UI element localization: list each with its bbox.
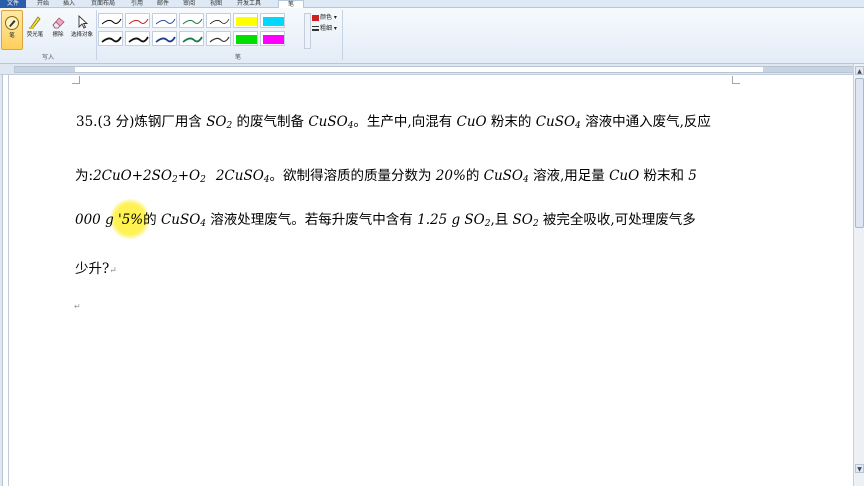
- pen-color-button[interactable]: 颜色 ▾: [312, 13, 337, 22]
- pen-tool-button[interactable]: 笔: [1, 10, 23, 50]
- margin-corner-mark: [72, 76, 80, 84]
- highlighter-icon: [29, 16, 41, 29]
- vertical-scrollbar[interactable]: ▲ ▼: [853, 64, 864, 486]
- doc-line-1: 35.(3 分)炼钢厂用含 SO2 的废气制备 CuSO4。生产中,向混有 Cu…: [76, 114, 711, 131]
- pen-style-9[interactable]: [179, 31, 204, 46]
- pen-style-8[interactable]: [152, 31, 177, 46]
- tab-view[interactable]: 视图: [205, 0, 227, 8]
- pen-style-5[interactable]: [206, 13, 231, 28]
- group-write-label: 写入: [41, 54, 54, 61]
- tab-mailings[interactable]: 邮件: [152, 0, 174, 8]
- group-pens-label: 笔: [234, 54, 241, 61]
- color-swatch-icon: [312, 14, 319, 21]
- tab-developer[interactable]: 开发工具: [232, 0, 266, 8]
- tab-review[interactable]: 审阅: [178, 0, 200, 8]
- pen-gallery-scroll[interactable]: [304, 13, 311, 49]
- highlighter-green[interactable]: [233, 31, 258, 46]
- doc-line-2: 为:2CuO+2SO2+O2 2CuSO4。欲制得溶质的质量分数为 20%的 Cu…: [75, 168, 697, 185]
- document-page[interactable]: 35.(3 分)炼钢厂用含 SO2 的废气制备 CuSO4。生产中,向混有 Cu…: [10, 76, 852, 486]
- select-objects-icon: [78, 14, 89, 29]
- doc-line-3: 000 g '5%的 CuSO4 溶液处理废气。若每升废气中含有 1.25 g …: [75, 212, 696, 229]
- empty-paragraph-mark: ↵: [74, 302, 81, 311]
- ruler-right-margin: [763, 67, 853, 72]
- pen-color-label: 颜色: [320, 14, 333, 21]
- pen-style-3[interactable]: [152, 13, 177, 28]
- ribbon-tab-bar: 文件 开始 插入 页面布局 引用 邮件 审阅 视图 开发工具 笔: [0, 0, 864, 9]
- margin-corner-mark: [732, 76, 740, 84]
- doc-line-4: 少升?↵: [75, 261, 117, 277]
- pen-style-1[interactable]: [98, 13, 123, 28]
- group-separator: [342, 10, 343, 60]
- vertical-ruler-bar: [0, 75, 9, 486]
- horizontal-ruler-bar: [0, 64, 864, 75]
- pen-thickness-label: 粗细: [320, 25, 333, 32]
- pen-style-2[interactable]: [125, 13, 150, 28]
- tab-page-layout[interactable]: 页面布局: [86, 0, 120, 8]
- pen-style-10[interactable]: [206, 31, 231, 46]
- ruler-left-margin: [15, 67, 75, 72]
- vertical-ruler[interactable]: [2, 75, 8, 486]
- pen-tool-label: 笔: [9, 33, 15, 39]
- pen-style-7[interactable]: [125, 31, 150, 46]
- select-objects-label: 选择对象: [70, 32, 93, 38]
- thickness-icon: [312, 26, 319, 31]
- scroll-thumb[interactable]: [855, 78, 864, 228]
- eraser-tool-button[interactable]: 擦除: [47, 10, 69, 50]
- group-separator: [96, 10, 97, 60]
- tab-insert[interactable]: 插入: [58, 0, 80, 8]
- pen-icon: [5, 16, 19, 30]
- highlighter-cyan[interactable]: [260, 13, 285, 28]
- highlighter-yellow[interactable]: [233, 13, 258, 28]
- ribbon: 笔 荧光笔 擦除 选择对象 写入 颜色 ▾ 粗细 ▾ 笔: [0, 8, 864, 64]
- highlighter-tool-label: 荧光笔: [26, 32, 44, 38]
- eraser-icon: [52, 17, 65, 29]
- pen-thickness-button[interactable]: 粗细 ▾: [312, 24, 337, 33]
- scroll-down-icon[interactable]: ▼: [855, 464, 864, 473]
- pen-style-6[interactable]: [98, 31, 123, 46]
- tab-references[interactable]: 引用: [126, 0, 148, 8]
- horizontal-ruler[interactable]: [14, 66, 854, 73]
- eraser-tool-label: 擦除: [52, 32, 64, 38]
- scroll-up-icon[interactable]: ▲: [855, 66, 864, 75]
- highlighter-tool-button[interactable]: 荧光笔: [24, 10, 46, 50]
- pen-gallery: [98, 13, 303, 49]
- highlighter-magenta[interactable]: [260, 31, 285, 46]
- select-objects-button[interactable]: 选择对象: [69, 10, 95, 50]
- paragraph-mark: ↵: [109, 266, 117, 276]
- tab-file[interactable]: 文件: [0, 0, 26, 8]
- tab-home[interactable]: 开始: [32, 0, 54, 8]
- pen-style-4[interactable]: [179, 13, 204, 28]
